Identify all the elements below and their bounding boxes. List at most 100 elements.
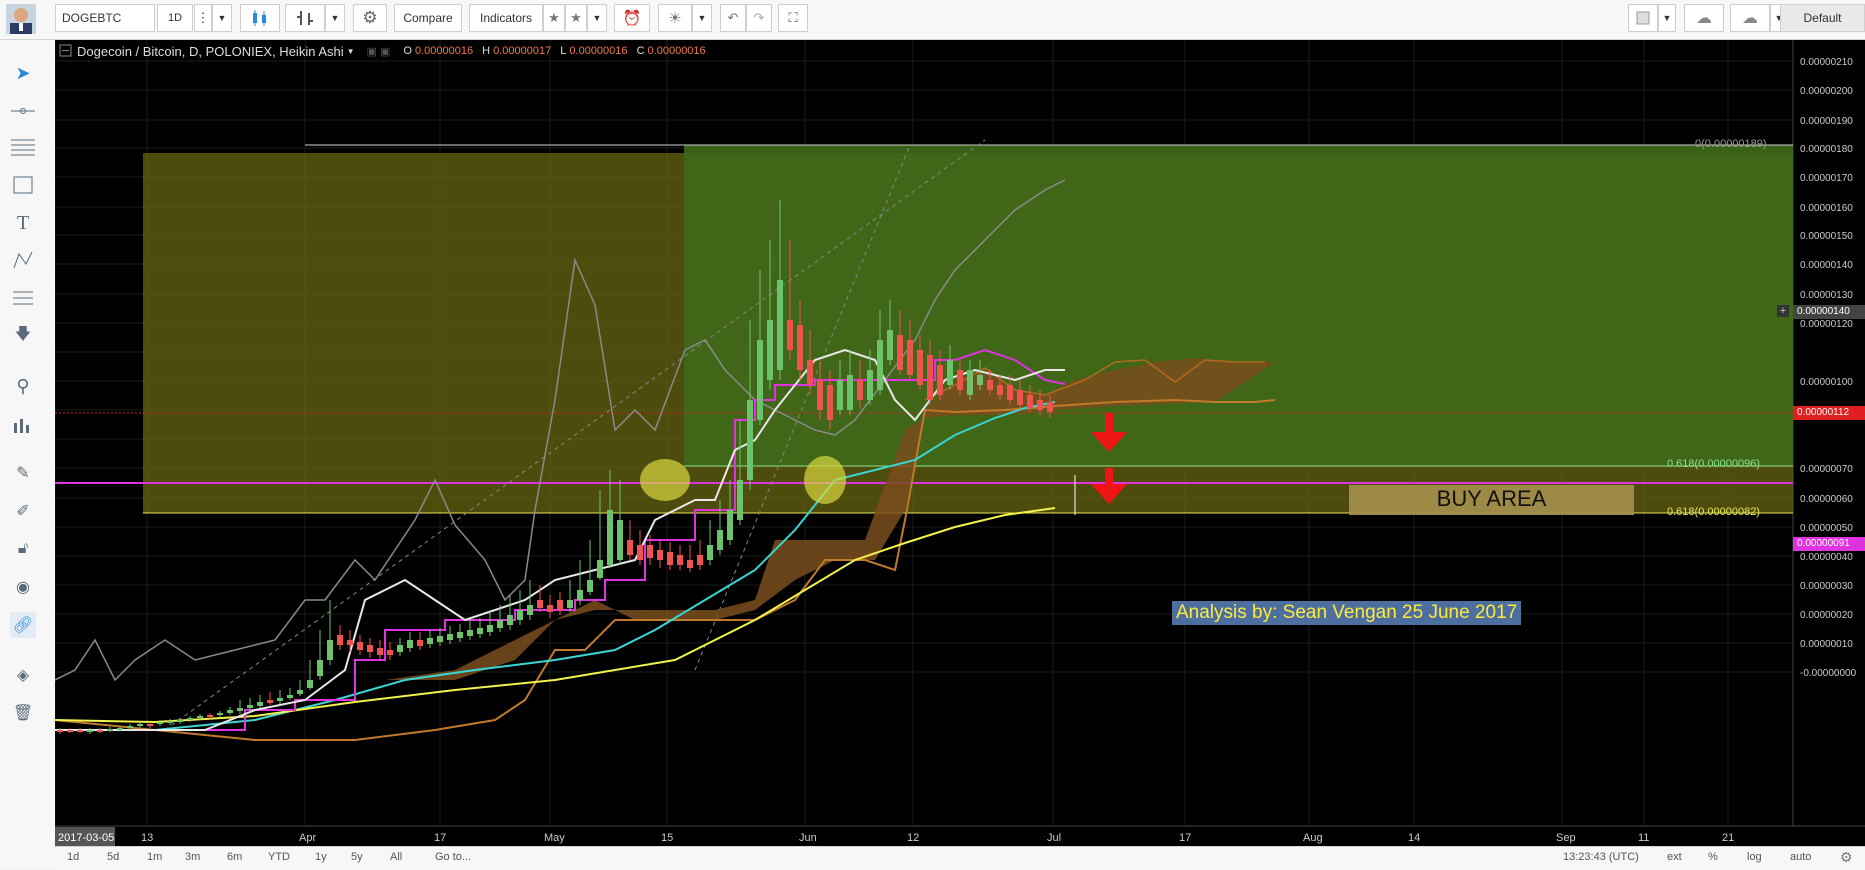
favorites-dropdown-icon[interactable]: ▼	[587, 4, 607, 32]
link-icon[interactable]: 🔗︎	[10, 612, 36, 638]
lock-icon[interactable]: 🔓︎	[10, 536, 36, 562]
bar-type-icon[interactable]	[285, 4, 325, 32]
ext-toggle[interactable]: ext	[1667, 851, 1682, 863]
range-button-1m[interactable]: 1m	[147, 851, 162, 863]
legend-settings-icon[interactable]: ▣ ▣	[367, 45, 391, 58]
undo-icon[interactable]: ↶	[720, 4, 746, 32]
candle-body	[927, 355, 933, 400]
candle-body	[467, 630, 473, 636]
user-avatar-icon	[10, 8, 32, 34]
candle-body	[657, 550, 663, 560]
candle-body	[437, 636, 443, 642]
layout-name-button[interactable]: Default	[1780, 4, 1865, 32]
magnet-icon[interactable]: ✎	[10, 460, 36, 486]
range-button-1y[interactable]: 1y	[315, 851, 327, 863]
zoom-in-icon[interactable]: ⚲	[10, 373, 36, 399]
interval-dropdown-icon[interactable]: ▼	[212, 4, 232, 32]
candle-body	[967, 370, 973, 395]
price-tick-label: 0.00000070	[1800, 464, 1853, 475]
server-time: 13:23:43 (UTC)	[1563, 851, 1639, 863]
symbol-input[interactable]: DOGEBTC	[55, 4, 155, 32]
log-toggle[interactable]: log	[1747, 851, 1762, 863]
fullscreen-icon[interactable]: ⛶	[778, 4, 808, 32]
trash-icon[interactable]: 🗑︎	[10, 700, 36, 726]
candle-body	[787, 320, 793, 350]
favorites-star-icon[interactable]: ★	[565, 4, 587, 32]
layout-square-icon[interactable]	[1628, 4, 1658, 32]
symbol-title[interactable]: Dogecoin / Bitcoin, D, POLONIEX, Heikin …	[77, 44, 344, 59]
percent-toggle[interactable]: %	[1708, 851, 1718, 863]
settings-gear-icon[interactable]: ⚙	[353, 4, 387, 32]
crosshair-plus-icon[interactable]: +	[1777, 305, 1789, 317]
candle-body	[617, 520, 623, 560]
interval-button[interactable]: 1D	[157, 4, 193, 32]
layers-icon[interactable]: ◈	[10, 662, 36, 688]
candle-body	[447, 634, 453, 640]
range-button-6m[interactable]: 6m	[227, 851, 242, 863]
horizontal-lines-icon[interactable]	[10, 134, 36, 160]
arrow-down-icon[interactable]: 🡇	[10, 323, 36, 349]
cloud-load-icon[interactable]: ☁	[1684, 4, 1724, 32]
candle-body	[587, 580, 593, 592]
goto-button[interactable]: Go to...	[435, 851, 471, 863]
candle-body	[407, 640, 413, 648]
indicators-button[interactable]: Indicators	[469, 4, 543, 32]
candle-body	[177, 720, 183, 722]
avatar[interactable]	[6, 4, 36, 34]
ideas-bulb-icon[interactable]: ☀	[658, 4, 692, 32]
crosshair-price-label: 0.00000140	[1793, 305, 1865, 319]
stay-drawing-icon[interactable]: ✐	[10, 498, 36, 524]
chart-pane[interactable]: 0.00000210 0.00000200 0.00000190 0.00000180…	[55, 40, 1865, 846]
text-tool-icon[interactable]: T	[10, 210, 36, 236]
redo-icon[interactable]: ↷	[746, 4, 772, 32]
time-tick-label: Jul	[1047, 832, 1061, 844]
price-tick-label: -0.00000000	[1800, 668, 1857, 679]
price-tick-label: 0.00000160	[1800, 203, 1853, 214]
price-tick-label: 0.00000050	[1800, 523, 1853, 534]
range-button-all[interactable]: All	[390, 851, 402, 863]
collapse-legend-icon[interactable]	[59, 44, 73, 58]
pattern-tool-icon[interactable]	[10, 247, 36, 273]
time-tick-label: 11	[1638, 832, 1649, 844]
chart-type-dropdown-icon[interactable]: ▼	[325, 4, 345, 32]
time-tick-label: 17	[1179, 832, 1191, 844]
candle-body	[637, 545, 643, 560]
trend-line-icon[interactable]	[10, 98, 36, 124]
title-dropdown-icon[interactable]: ▼	[347, 47, 355, 56]
layout-dropdown-icon[interactable]: ▼	[1658, 4, 1676, 32]
range-button-5y[interactable]: 5y	[351, 851, 363, 863]
alert-clock-icon[interactable]: ⏰	[614, 4, 650, 32]
measure-tool-icon[interactable]	[10, 285, 36, 311]
price-tick-label: 0.00000200	[1800, 86, 1853, 97]
candle-body	[837, 380, 843, 410]
rectangle-icon[interactable]	[10, 172, 36, 198]
eye-visibility-icon[interactable]: ◉	[10, 574, 36, 600]
price-chart[interactable]: 0.00000210 0.00000200 0.00000190 0.00000180…	[55, 40, 1865, 846]
range-button-ytd[interactable]: YTD	[268, 851, 290, 863]
candle-body	[267, 700, 273, 703]
compare-button[interactable]: Compare	[394, 4, 462, 32]
interval-more-icon[interactable]: ⋮	[194, 4, 212, 32]
candle-body	[167, 721, 173, 723]
time-tick-label: 17	[434, 832, 446, 844]
measure-chart-icon[interactable]	[10, 412, 36, 438]
candle-body	[667, 552, 673, 565]
range-button-5d[interactable]: 5d	[107, 851, 119, 863]
candle-body	[297, 690, 303, 694]
candle-body	[937, 365, 943, 395]
favorite-star-icon[interactable]: ★	[543, 4, 565, 32]
axis-settings-gear-icon[interactable]: ⚙	[1840, 849, 1853, 866]
price-tick-label: 0.00000180	[1800, 144, 1853, 155]
cloud-save-icon[interactable]: ☁	[1730, 4, 1770, 32]
ideas-dropdown-icon[interactable]: ▼	[692, 4, 712, 32]
candle-body	[777, 280, 783, 370]
range-button-3m[interactable]: 3m	[185, 851, 200, 863]
candle-body	[1007, 385, 1013, 400]
auto-toggle[interactable]: auto	[1790, 851, 1811, 863]
cursor-arrow-icon[interactable]: ➤	[10, 60, 36, 86]
candle-body	[907, 340, 913, 375]
candle-body	[397, 645, 403, 652]
candles-style-icon[interactable]	[240, 4, 280, 32]
candle-body	[217, 713, 223, 715]
range-button-1d[interactable]: 1d	[67, 851, 79, 863]
